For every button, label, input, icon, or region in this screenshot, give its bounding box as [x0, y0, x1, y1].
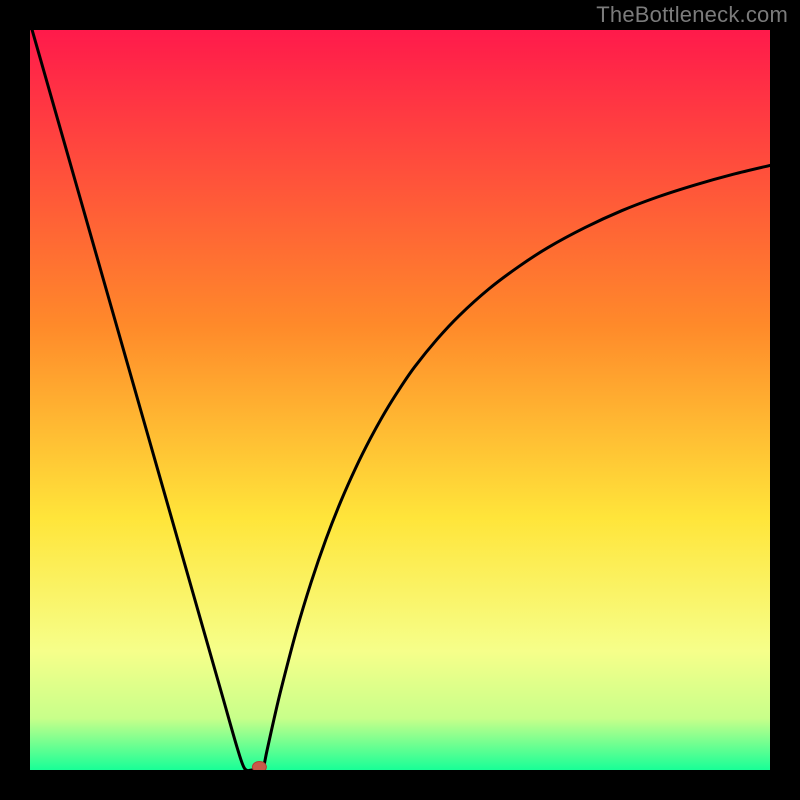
- chart-frame: TheBottleneck.com: [0, 0, 800, 800]
- minimum-marker: [252, 762, 266, 770]
- watermark-text: TheBottleneck.com: [596, 2, 788, 28]
- gradient-background: [30, 30, 770, 770]
- plot-area: [30, 30, 770, 770]
- bottleneck-curve-chart: [30, 30, 770, 770]
